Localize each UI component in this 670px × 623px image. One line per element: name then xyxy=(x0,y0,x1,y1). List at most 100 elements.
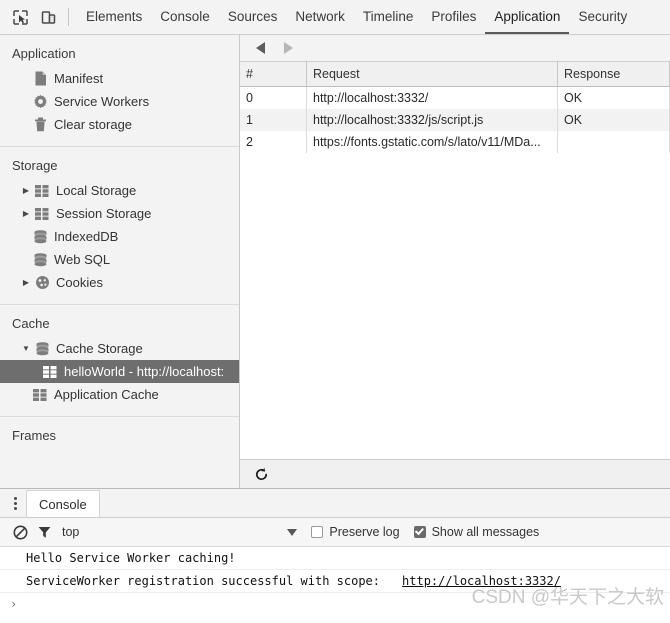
show-all-messages-checkbox-box[interactable] xyxy=(413,526,426,538)
refresh-icon[interactable] xyxy=(250,463,272,485)
cell-response: OK xyxy=(557,109,670,131)
sidebar-item-helloworld-cache[interactable]: helloWorld - http://localhost: xyxy=(0,360,239,383)
tab-security[interactable]: Security xyxy=(569,0,636,34)
kebab-dot xyxy=(13,496,17,500)
cache-navigation-toolbar xyxy=(240,35,670,62)
sidebar-section-title-application: Application xyxy=(12,46,76,61)
preserve-log-label: Preserve log xyxy=(329,525,400,539)
sidebar-item-local-storage[interactable]: ▶ Local Storage xyxy=(0,179,239,202)
table-header: # Request Response xyxy=(240,62,670,87)
table-body: 0 http://localhost:3332/ OK 1 http://loc… xyxy=(240,86,670,153)
sidebar-item-cache-storage[interactable]: ▼ Cache Storage xyxy=(0,337,239,360)
clear-console-icon-svg xyxy=(13,525,27,539)
sidebar-section-frames: Frames xyxy=(0,417,239,459)
chevron-right-icon[interactable]: ▶ xyxy=(20,186,32,195)
show-all-messages-checkbox[interactable]: Show all messages xyxy=(413,525,540,539)
column-header-response[interactable]: Response xyxy=(557,62,670,87)
drawer-tab-console[interactable]: Console xyxy=(26,490,100,517)
sidebar-item-application-cache[interactable]: Application Cache xyxy=(0,383,239,406)
arrow-forward-glyph xyxy=(283,42,293,54)
sidebar-section-title-storage: Storage xyxy=(12,158,58,173)
tab-sources[interactable]: Sources xyxy=(219,0,287,34)
sidebar-item-clear-storage[interactable]: Clear storage xyxy=(0,113,239,136)
console-message-list[interactable]: Hello Service Worker caching! ServiceWor… xyxy=(0,547,670,623)
manifest-file-icon xyxy=(30,71,50,86)
sidebar-item-web-sql[interactable]: Web SQL xyxy=(0,248,239,271)
table-grid-icon xyxy=(30,388,50,401)
cell-request: https://fonts.gstatic.com/s/lato/v11/MDa… xyxy=(306,131,558,153)
sidebar-item-cookies[interactable]: ▶ Cookies xyxy=(0,271,239,294)
table-grid-icon xyxy=(32,184,52,197)
tab-application[interactable]: Application xyxy=(485,0,570,34)
preserve-log-checkbox-box[interactable] xyxy=(311,526,324,538)
cache-entries-table: # Request Response 0 http://localhost:33… xyxy=(240,62,670,153)
cell-number: 0 xyxy=(240,86,307,109)
sidebar-section-cache: Cache ▼ Cache Storage helloWorld - http:… xyxy=(0,305,239,417)
sidebar-section-title-frames: Frames xyxy=(12,428,57,443)
cell-request: http://localhost:3332/ xyxy=(306,86,558,109)
console-input-prompt[interactable]: › xyxy=(0,593,670,615)
chevron-down-icon[interactable] xyxy=(287,528,298,536)
tab-profiles[interactable]: Profiles xyxy=(422,0,485,34)
filter-funnel-icon[interactable] xyxy=(32,521,56,543)
sidebar-item-manifest[interactable]: Manifest xyxy=(0,67,239,90)
arrow-back-icon[interactable] xyxy=(246,37,274,59)
application-sidebar: Application Manifest Service Workers Cle… xyxy=(0,35,240,488)
cache-entries-table-wrapper: # Request Response 0 http://localhost:33… xyxy=(240,62,670,459)
sidebar-item-service-workers[interactable]: Service Workers xyxy=(0,90,239,113)
show-all-messages-label: Show all messages xyxy=(431,525,540,539)
gear-icon xyxy=(30,94,50,109)
toolbar-divider xyxy=(68,8,69,26)
sidebar-item-label: Web SQL xyxy=(54,252,111,267)
sidebar-item-label: Clear storage xyxy=(54,117,133,132)
tab-elements[interactable]: Elements xyxy=(77,0,151,34)
sidebar-item-session-storage[interactable]: ▶ Session Storage xyxy=(0,202,239,225)
main-region: Application Manifest Service Workers Cle… xyxy=(0,35,670,488)
chevron-right-icon[interactable]: ▶ xyxy=(20,209,32,218)
column-header-request[interactable]: Request xyxy=(306,62,558,87)
database-icon xyxy=(30,252,50,267)
sidebar-item-indexeddb[interactable]: IndexedDB xyxy=(0,225,239,248)
sidebar-item-label: IndexedDB xyxy=(54,229,119,244)
console-context-selector[interactable]: top xyxy=(62,525,79,539)
arrow-forward-icon[interactable] xyxy=(274,37,302,59)
drawer-tabbar: Console xyxy=(0,489,670,518)
tab-network[interactable]: Network xyxy=(286,0,354,34)
sidebar-item-label: helloWorld - http://localhost: xyxy=(64,364,225,379)
column-header-number[interactable]: # xyxy=(240,62,307,87)
chevron-right-icon[interactable]: ▶ xyxy=(20,278,32,287)
devtools-tabbar: Elements Console Sources Network Timelin… xyxy=(0,0,670,35)
sidebar-section-storage: Storage ▶ Local Storage ▶ Session Storag… xyxy=(0,147,239,305)
filter-funnel-icon-svg xyxy=(38,526,50,538)
console-toolbar: top Preserve log Show all messages xyxy=(0,518,670,547)
preserve-log-checkbox[interactable]: Preserve log xyxy=(311,525,400,539)
clear-console-icon[interactable] xyxy=(8,521,32,543)
tab-console[interactable]: Console xyxy=(151,0,219,34)
tab-timeline[interactable]: Timeline xyxy=(354,0,423,34)
table-row[interactable]: 1 http://localhost:3332/js/script.js OK xyxy=(240,109,670,131)
console-drawer: Console top Preserve log Show all messag… xyxy=(0,488,670,623)
table-row[interactable]: 0 http://localhost:3332/ OK xyxy=(240,86,670,109)
chevron-down-icon[interactable]: ▼ xyxy=(20,344,32,353)
sidebar-item-label: Local Storage xyxy=(56,183,137,198)
inspect-element-icon-svg xyxy=(12,9,28,25)
console-message-link[interactable]: http://localhost:3332/ xyxy=(402,574,561,588)
trash-icon xyxy=(30,117,50,132)
cookie-icon xyxy=(32,275,52,290)
kebab-dot xyxy=(13,501,17,505)
console-message-text: Hello Service Worker caching! xyxy=(26,551,236,565)
cache-storage-panel: # Request Response 0 http://localhost:33… xyxy=(240,35,670,488)
table-row[interactable]: 2 https://fonts.gstatic.com/s/lato/v11/M… xyxy=(240,131,670,153)
cell-number: 2 xyxy=(240,131,307,153)
toggle-device-toolbar-icon[interactable] xyxy=(34,3,62,31)
sidebar-item-label: Cache Storage xyxy=(56,341,143,356)
console-message: ServiceWorker registration successful wi… xyxy=(0,570,670,593)
console-message-text: ServiceWorker registration successful wi… xyxy=(26,574,381,588)
refresh-icon-svg xyxy=(255,467,267,480)
cell-response: OK xyxy=(557,86,670,109)
table-header-row: # Request Response xyxy=(240,62,670,87)
table-grid-icon xyxy=(40,365,60,378)
kebab-menu-icon[interactable] xyxy=(4,491,26,515)
inspect-element-icon[interactable] xyxy=(6,3,34,31)
sidebar-item-label: Cookies xyxy=(56,275,103,290)
